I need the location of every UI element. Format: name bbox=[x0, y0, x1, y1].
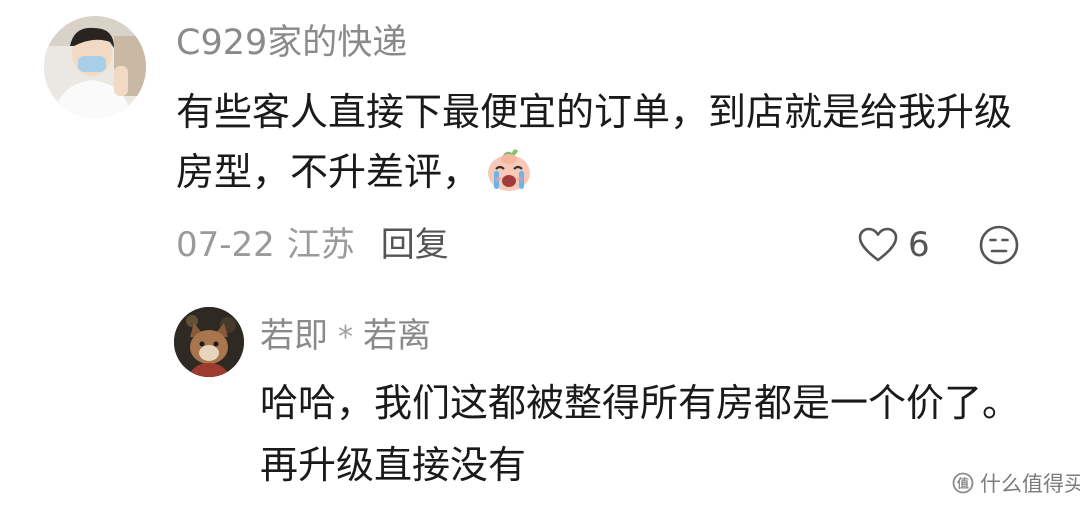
comment-username[interactable]: C929家的快递 bbox=[176, 20, 407, 66]
comment-date: 07-22 bbox=[176, 225, 275, 265]
neutral-face-icon bbox=[979, 225, 1019, 265]
reply-user-avatar[interactable] bbox=[174, 307, 244, 377]
heart-icon bbox=[858, 227, 898, 262]
reply-username[interactable]: 若即 * 若离 bbox=[260, 313, 431, 361]
reply-username-part1: 若即 bbox=[260, 316, 328, 356]
like-count: 6 bbox=[908, 225, 930, 265]
comment-text-content: 有些客人直接下最便宜的订单，到店就是给我升级房型，不升差评， bbox=[176, 90, 1013, 194]
watermark: 值 什么值得买 bbox=[952, 470, 1080, 496]
crying-face-emoji-icon bbox=[484, 145, 534, 195]
comment-text: 有些客人直接下最便宜的订单，到店就是给我升级房型，不升差评， bbox=[176, 82, 1036, 202]
reply-button[interactable]: 回复 bbox=[381, 225, 449, 265]
username-separator: * bbox=[338, 320, 353, 355]
reply-text: 哈哈，我们这都被整得所有房都是一个价了。再升级直接没有 bbox=[260, 381, 1021, 487]
dislike-button[interactable] bbox=[978, 224, 1020, 266]
svg-text:值: 值 bbox=[957, 476, 969, 491]
cat-avatar-photo bbox=[174, 307, 244, 377]
like-button[interactable]: 6 bbox=[858, 224, 930, 266]
user-avatar[interactable] bbox=[44, 16, 146, 118]
watermark-text: 什么值得买 bbox=[980, 472, 1080, 496]
smzdm-logo-icon: 值 bbox=[952, 472, 974, 494]
reply-username-part2: 若离 bbox=[363, 316, 431, 356]
comment-meta: 07-22 江苏 回复 bbox=[176, 220, 449, 270]
comment-location: 江苏 bbox=[286, 225, 355, 265]
avatar-photo bbox=[44, 16, 146, 118]
